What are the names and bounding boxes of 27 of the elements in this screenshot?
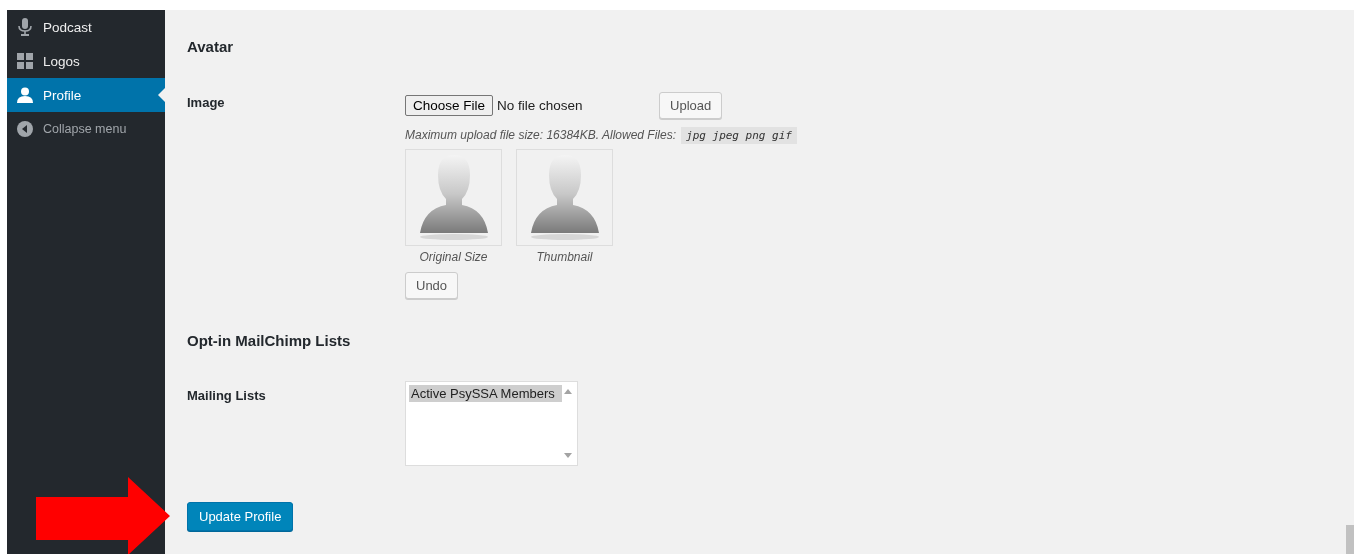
- choose-file-button[interactable]: Choose File: [405, 95, 494, 116]
- upload-button[interactable]: Upload: [659, 92, 723, 119]
- field-label: Mailing Lists: [187, 387, 267, 405]
- preview-caption: Thumbnail: [536, 249, 593, 266]
- scroll-up-icon[interactable]: [564, 389, 572, 394]
- field-label: Image: [187, 94, 226, 112]
- grid-icon: [17, 53, 33, 69]
- collapse-menu-button[interactable]: Collapse menu: [7, 112, 165, 146]
- list-option[interactable]: Active PsySSA Members: [409, 385, 562, 402]
- scrollbar-thumb[interactable]: [1346, 525, 1354, 554]
- menu-item[interactable]: Logos: [7, 44, 165, 78]
- section-heading: Opt-in MailChimp Lists: [187, 331, 352, 351]
- undo-button[interactable]: Undo: [405, 272, 459, 299]
- file-status: No file chosen: [497, 98, 584, 113]
- arrow-icon: [36, 477, 170, 554]
- preview-caption: Original Size: [419, 249, 488, 266]
- scroll-down-icon[interactable]: [564, 453, 572, 458]
- menu-item[interactable]: Podcast: [7, 10, 165, 44]
- mailing-list-box[interactable]: Active PsySSA Members: [405, 381, 578, 466]
- section-heading: Avatar: [187, 37, 235, 57]
- menu-item[interactable]: Profile: [7, 78, 165, 112]
- update-profile-button[interactable]: Update Profile: [187, 502, 294, 531]
- microphone-icon: [18, 18, 32, 36]
- allowed-types: jpg jpeg png gif: [681, 126, 797, 144]
- user-icon: [17, 87, 33, 103]
- upload-hint: Maximum upload file size: 16384KB. Allowed Files:: [405, 128, 676, 142]
- collapse-icon: [17, 121, 33, 137]
